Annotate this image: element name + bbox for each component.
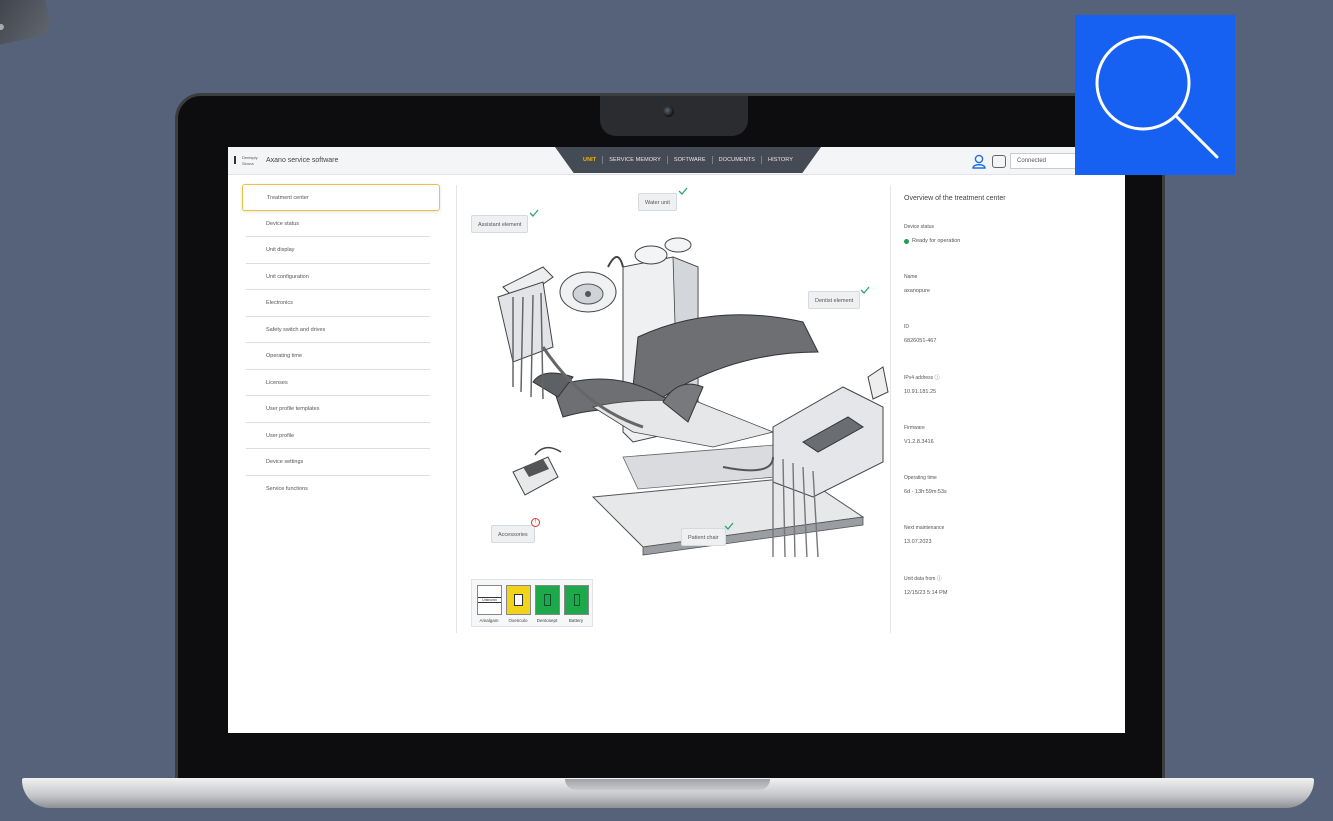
sidebar-item-operating-time[interactable]: Operating time: [246, 343, 430, 370]
field-value: Ready for operation: [912, 238, 961, 244]
sidebar-item-electronics[interactable]: Electronics: [246, 290, 430, 317]
camera-notch: [600, 96, 748, 136]
tab-history[interactable]: HISTORY: [762, 156, 799, 164]
field-label: Device status: [904, 224, 935, 230]
battery-icon: [573, 594, 580, 606]
dentosept-label: Dentosept: [536, 618, 558, 623]
sidebar-item-licenses[interactable]: Licenses: [246, 370, 430, 396]
oxericulo-label: Oxericulo: [508, 618, 528, 623]
field-value: 6826051-467: [904, 338, 937, 344]
divider: [456, 185, 457, 633]
search-icon: [1095, 35, 1219, 159]
consumables-panel: Unknown Amalgam Oxericulo Dentosept Batt…: [471, 579, 593, 627]
amalgam-tile-text: Unknown: [478, 597, 501, 603]
sidebar-item-user-profile[interactable]: User profile: [246, 423, 430, 449]
brand-name: Dentsply Sirona: [242, 155, 258, 166]
sidebar-item-safety-switch[interactable]: Safety switch and drives: [246, 317, 430, 343]
status-dot-icon: [904, 239, 909, 244]
device-status-value: Ready for operation: [904, 238, 1104, 262]
label-water-unit[interactable]: Water unit: [638, 193, 677, 211]
corner-device-fragment: [0, 0, 53, 46]
tab-software[interactable]: SOFTWARE: [668, 156, 713, 164]
field-value: 13.07.2023: [904, 539, 932, 545]
sidebar-item-unit-display[interactable]: Unit display: [246, 237, 430, 264]
field-value: axanopure: [904, 288, 930, 294]
bottle-icon: [544, 594, 551, 606]
sidebar-item-treatment-center[interactable]: Treatment center: [242, 184, 440, 211]
check-icon: [860, 286, 870, 294]
search-button[interactable]: [1075, 15, 1235, 175]
label-accessories[interactable]: Accessories: [491, 525, 535, 543]
check-icon: [724, 522, 734, 530]
bottle-icon: [514, 594, 523, 606]
label-patient-chair[interactable]: Patient chair: [681, 528, 726, 546]
laptop-base-notch: [565, 779, 770, 790]
sidebar-item-device-status[interactable]: Device status: [246, 211, 430, 237]
label-assistant-element[interactable]: Assistant element: [471, 215, 529, 233]
field-value: 6d - 13h:59m:53s: [904, 489, 947, 495]
app-window: Dentsply Sirona Axano service software U…: [228, 147, 1125, 733]
amalgam-label: Amalgam: [479, 618, 499, 623]
brand-logo-icon: [234, 156, 239, 164]
sidebar-item-unit-configuration[interactable]: Unit configuration: [246, 264, 430, 290]
tab-service-memory[interactable]: SERVICE MEMORY: [603, 156, 668, 164]
label-dentist-element[interactable]: Dentist element: [808, 291, 861, 309]
field-label: IPv4 address ⓘ: [904, 375, 940, 381]
battery-tile[interactable]: [564, 585, 589, 615]
field-label: Next maintenance: [904, 525, 945, 531]
tab-unit[interactable]: UNIT: [577, 156, 604, 164]
amalgam-tile[interactable]: Unknown: [477, 585, 502, 615]
dentosept-tile[interactable]: [535, 585, 560, 615]
field-value: 10.91.181.25: [904, 389, 937, 395]
oxericulo-tile[interactable]: [506, 585, 531, 615]
camera-icon: [663, 106, 674, 117]
battery-label: Battery: [568, 618, 584, 623]
overview-panel: Overview of the treatment center Device …: [904, 195, 1104, 614]
app-title: Axano service software: [266, 157, 339, 164]
sidebar-item-device-settings[interactable]: Device settings: [246, 449, 430, 476]
field-label: Operating time: [904, 475, 937, 481]
device-icon[interactable]: [992, 155, 1006, 168]
field-value: V1.2.8.3416: [904, 439, 934, 445]
connection-status[interactable]: Connected: [1010, 153, 1080, 169]
user-icon[interactable]: [972, 154, 986, 169]
field-label: Name: [904, 274, 918, 280]
main-nav: UNIT SERVICE MEMORY SOFTWARE DOCUMENTS H…: [555, 147, 821, 173]
field-value: 12/15/23 5:14 PM: [904, 590, 948, 596]
field-label: ID: [904, 324, 909, 330]
check-icon: [678, 187, 688, 195]
field-label: Unit data from ⓘ: [904, 576, 942, 582]
treatment-center-illustration: [497, 237, 889, 557]
check-icon: [529, 209, 539, 217]
sidebar-item-service-functions[interactable]: Service functions: [246, 476, 430, 503]
warning-icon: !: [531, 518, 540, 527]
overview-title: Overview of the treatment center: [904, 195, 1006, 202]
sidebar: Treatment center Device status Unit disp…: [242, 184, 442, 502]
field-label: Firmware: [904, 425, 925, 431]
top-bar: Dentsply Sirona Axano service software U…: [228, 147, 1125, 175]
sidebar-item-user-profile-templates[interactable]: User profile templates: [246, 396, 430, 423]
tab-documents[interactable]: DOCUMENTS: [713, 156, 763, 164]
